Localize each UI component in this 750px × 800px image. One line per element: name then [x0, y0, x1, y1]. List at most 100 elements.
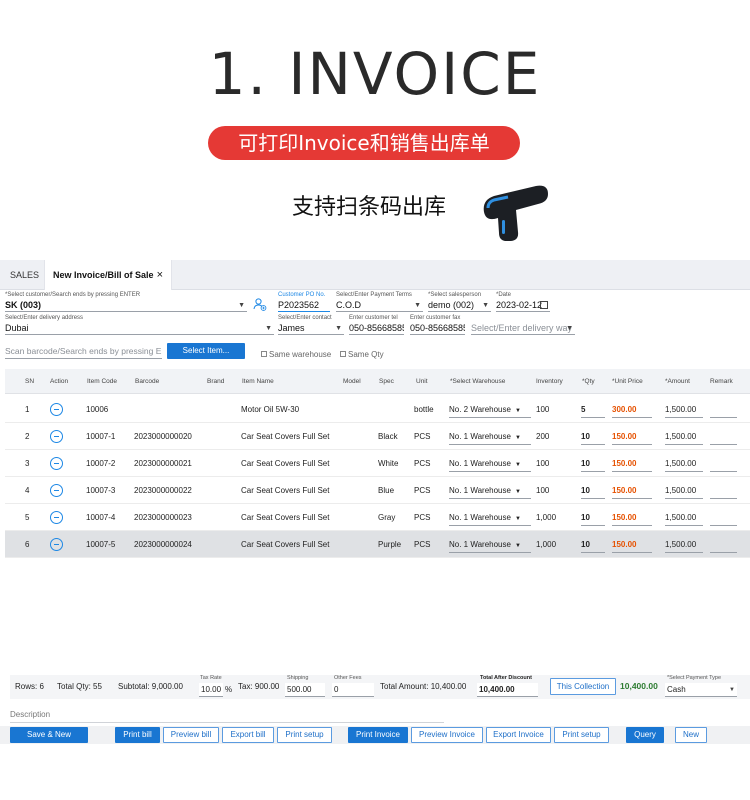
cell-sn: 5: [25, 513, 30, 522]
cell-remark-input[interactable]: [710, 537, 737, 553]
salesperson-input[interactable]: demo (002) ▼: [428, 299, 491, 312]
contact-input[interactable]: James ▼: [278, 322, 344, 335]
close-icon[interactable]: ×: [157, 260, 163, 290]
cell-warehouse-select[interactable]: No. 1 Warehouse ▼: [449, 483, 531, 499]
tel-input[interactable]: 050-85668585: [349, 322, 404, 335]
this-collection-button[interactable]: This Collection: [550, 678, 616, 695]
table-row[interactable]: 3 10007-2 2023000000021 Car Seat Covers Ful…: [5, 450, 750, 477]
delivery-address-input[interactable]: Dubai ▼: [5, 322, 274, 335]
cell-unit-price-input[interactable]: 150.00: [612, 456, 652, 472]
delivery-way-input[interactable]: Select/Enter delivery way ▼: [471, 322, 575, 335]
cell-warehouse-select[interactable]: No. 1 Warehouse ▼: [449, 510, 531, 526]
cell-remark-input[interactable]: [710, 402, 737, 418]
description-input[interactable]: [10, 722, 444, 723]
po-input[interactable]: P2023562: [278, 299, 330, 312]
items-table-header: SN Action Item Code Barcode Brand Item N…: [5, 369, 750, 394]
cell-warehouse-select[interactable]: No. 1 Warehouse ▼: [449, 456, 531, 472]
same-warehouse-checkbox[interactable]: Same warehouse: [261, 350, 331, 359]
export-bill-button[interactable]: Export bill: [222, 727, 274, 743]
cell-warehouse-select[interactable]: No. 1 Warehouse ▼: [449, 537, 531, 553]
remove-row-icon[interactable]: [50, 538, 63, 551]
cell-amount-input[interactable]: 1,500.00: [665, 483, 703, 499]
tax-rate-label: Tax Rate: [200, 675, 222, 681]
cell-unit-price-input[interactable]: 300.00: [612, 402, 652, 418]
payment-terms-input[interactable]: C.O.D ▼: [336, 299, 423, 312]
payment-terms-field[interactable]: Select/Enter Payment Terms C.O.D ▼: [336, 291, 423, 312]
table-row[interactable]: 2 10007-1 2023000000020 Car Seat Covers Ful…: [5, 423, 750, 450]
cell-remark-input[interactable]: [710, 429, 737, 445]
remove-row-icon[interactable]: [50, 511, 63, 524]
date-input[interactable]: 2023-02-12: [496, 299, 550, 312]
salesperson-value: demo (002): [428, 300, 475, 310]
date-field[interactable]: *Date 2023-02-12: [496, 291, 550, 312]
table-row[interactable]: 5 10007-4 2023000000023 Car Seat Covers Ful…: [5, 504, 750, 531]
table-row[interactable]: 1 10006 Motor Oil 5W-30 bottle 100 No. 2 Ware…: [5, 396, 750, 423]
remove-row-icon[interactable]: [50, 484, 63, 497]
cell-remark-input[interactable]: [710, 483, 737, 499]
same-qty-checkbox[interactable]: Same Qty: [340, 350, 384, 359]
cell-unit-price-input[interactable]: 150.00: [612, 510, 652, 526]
remove-row-icon[interactable]: [50, 430, 63, 443]
cell-amount-input[interactable]: 1,500.00: [665, 456, 703, 472]
delivery-address-field[interactable]: Select/Enter delivery address Dubai ▼: [5, 314, 274, 335]
cell-warehouse-select[interactable]: No. 2 Warehouse ▼: [449, 402, 531, 418]
tab-sales[interactable]: SALES: [2, 260, 42, 290]
print-setup-invoice-button[interactable]: Print setup: [554, 727, 609, 743]
cell-qty-input[interactable]: 10: [581, 537, 605, 553]
remove-row-icon[interactable]: [50, 457, 63, 470]
chevron-down-icon: ▼: [414, 302, 421, 309]
remove-row-icon[interactable]: [50, 403, 63, 416]
print-invoice-button[interactable]: Print Invoice: [348, 727, 408, 743]
tax-rate-input[interactable]: 10.00: [199, 683, 223, 697]
table-row[interactable]: 6 10007-5 2023000000024 Car Seat Covers Ful…: [5, 531, 750, 558]
print-setup-bill-button[interactable]: Print setup: [277, 727, 332, 743]
salesperson-field[interactable]: *Select salesperson demo (002) ▼: [428, 291, 491, 312]
cell-amount-input[interactable]: 1,500.00: [665, 402, 703, 418]
customer-field[interactable]: *Select customer/Search ends by pressing…: [5, 291, 247, 312]
export-invoice-button[interactable]: Export Invoice: [486, 727, 551, 743]
cell-sn: 2: [25, 432, 30, 441]
query-button[interactable]: Query: [626, 727, 664, 743]
cell-qty-input[interactable]: 5: [581, 402, 605, 418]
cell-remark-input[interactable]: [710, 456, 737, 472]
cell-qty-input[interactable]: 10: [581, 456, 605, 472]
fax-field[interactable]: Enter customer fax 050-85668585: [410, 314, 465, 335]
cell-amount-input[interactable]: 1,500.00: [665, 510, 703, 526]
save-new-button[interactable]: Save & New: [10, 727, 88, 743]
table-row[interactable]: 4 10007-3 2023000000022 Car Seat Covers Ful…: [5, 477, 750, 504]
after-discount-input[interactable]: 10,400.00: [477, 683, 538, 697]
cell-unit-price-input[interactable]: 150.00: [612, 483, 652, 499]
payment-type-select[interactable]: Cash ▼: [665, 683, 737, 697]
cell-unit-price-input[interactable]: 150.00: [612, 537, 652, 553]
other-fees-input[interactable]: 0: [332, 683, 374, 697]
print-bill-button[interactable]: Print bill: [115, 727, 160, 743]
delivery-way-field[interactable]: Select/Enter delivery way ▼: [471, 314, 575, 335]
contact-field[interactable]: Select/Enter contact James ▼: [278, 314, 344, 335]
select-item-button[interactable]: Select Item...: [167, 343, 245, 359]
preview-bill-button[interactable]: Preview bill: [163, 727, 219, 743]
cell-unit-price-input[interactable]: 150.00: [612, 429, 652, 445]
preview-invoice-button[interactable]: Preview Invoice: [411, 727, 483, 743]
tab-new-invoice[interactable]: New Invoice/Bill of Sale ×: [44, 260, 172, 290]
new-button[interactable]: New: [675, 727, 707, 743]
tel-field[interactable]: Enter customer tel 050-85668585: [349, 314, 404, 335]
cell-remark-input[interactable]: [710, 510, 737, 526]
cell-amount-input[interactable]: 1,500.00: [665, 429, 703, 445]
cell-qty-input[interactable]: 10: [581, 483, 605, 499]
add-customer-icon[interactable]: [253, 297, 267, 311]
cell-spec: Purple: [378, 540, 402, 549]
customer-input[interactable]: SK (003) ▼: [5, 299, 247, 312]
customer-label: *Select customer/Search ends by pressing…: [5, 292, 141, 298]
cell-warehouse-select[interactable]: No. 1 Warehouse ▼: [449, 429, 531, 445]
cell-amount-input[interactable]: 1,500.00: [665, 537, 703, 553]
barcode-search-input[interactable]: Scan barcode/Search ends by pressing EN: [5, 344, 162, 359]
col-brand: Brand: [207, 378, 225, 385]
cell-qty-input[interactable]: 10: [581, 429, 605, 445]
calendar-icon[interactable]: [540, 301, 548, 309]
po-field[interactable]: Customer PO No. P2023562: [278, 291, 330, 312]
cell-qty-input[interactable]: 10: [581, 510, 605, 526]
cell-inventory: 1,000: [536, 540, 557, 549]
shipping-input[interactable]: 500.00: [285, 683, 325, 697]
fax-input[interactable]: 050-85668585: [410, 322, 465, 335]
col-sn: SN: [25, 378, 35, 385]
